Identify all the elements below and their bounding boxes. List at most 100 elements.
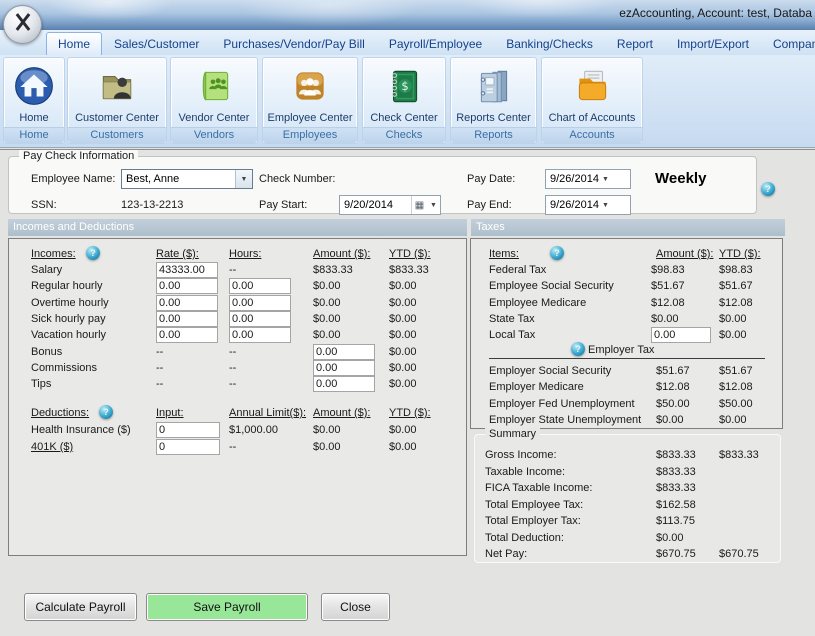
overtime-hourly-ytd: $0.00 xyxy=(389,297,417,309)
sick-hourly-pay-ytd: $0.00 xyxy=(389,313,417,325)
calculate-payroll-button[interactable]: Calculate Payroll xyxy=(24,593,137,621)
employee-name-value: Best, Anne xyxy=(126,173,179,185)
employees-group-caption: Employees xyxy=(263,127,357,143)
close-button[interactable]: Close xyxy=(321,593,390,621)
employer-social-security-ytd: $51.67 xyxy=(719,365,753,377)
deductions-help-icon[interactable]: ? xyxy=(99,405,113,419)
employee-name-label: Employee Name: xyxy=(31,173,115,185)
employee-center-button[interactable]: Employee Center xyxy=(263,58,357,127)
salary-hours-value: -- xyxy=(229,264,236,276)
401k-limit: -- xyxy=(229,441,236,453)
regular-hourly-label: Regular hourly xyxy=(31,280,103,292)
ssn-label: SSN: xyxy=(31,199,57,211)
401k-input[interactable] xyxy=(156,439,220,455)
pay-start-picker[interactable]: 9/20/2014 ▦ ▼ xyxy=(339,195,441,215)
paycheck-info-title: Pay Check Information xyxy=(19,150,138,162)
home-button[interactable]: Home xyxy=(4,58,64,127)
regular-hourly-rate-input[interactable] xyxy=(156,278,218,294)
reports-center-button[interactable]: Reports Center xyxy=(451,58,536,127)
tab-report[interactable]: Report xyxy=(605,32,665,55)
reports-center-group: Reports CenterReports xyxy=(450,57,537,144)
vendor-book-icon xyxy=(193,58,235,111)
regular-hourly-hours-input[interactable] xyxy=(229,278,291,294)
total-deduction-amount: $0.00 xyxy=(656,532,684,544)
sick-hourly-pay-hours-input[interactable] xyxy=(229,311,291,327)
gross-income-amount: $833.33 xyxy=(656,449,696,461)
pay-end-select[interactable]: 9/26/2014 ▼ xyxy=(545,195,631,215)
app-menu-button[interactable] xyxy=(3,5,42,44)
employee-name-select[interactable]: Best, Anne ▼ xyxy=(121,169,253,189)
ssn-value: 123-13-2213 xyxy=(121,199,183,211)
local-tax-label: Local Tax xyxy=(489,329,535,341)
incomes-help-icon[interactable]: ? xyxy=(86,246,100,260)
tips-amount-input[interactable] xyxy=(313,376,375,392)
salary-amount-value: $833.33 xyxy=(313,264,353,276)
incomes-panel: Incomes:Rate ($):Hours:Amount ($):YTD ($… xyxy=(8,238,467,556)
incomes-section-header: Incomes and Deductions xyxy=(8,219,467,236)
local-tax-ytd: $0.00 xyxy=(719,329,747,341)
401k-label[interactable]: 401K ($) xyxy=(31,441,73,453)
pay-date-select[interactable]: 9/26/2014 ▼ xyxy=(545,169,631,189)
accounts-group-caption: Accounts xyxy=(542,127,642,143)
tab-company[interactable]: Company xyxy=(761,32,815,55)
tips-ytd: $0.00 xyxy=(389,378,417,390)
pay-frequency-label: Weekly xyxy=(655,170,706,187)
health-insurance-label: Health Insurance ($) xyxy=(31,424,131,436)
tab-banking-checks[interactable]: Banking/Checks xyxy=(494,32,605,55)
tab-import-export[interactable]: Import/Export xyxy=(665,32,761,55)
main-content: Pay Check Information Employee Name: Bes… xyxy=(0,149,815,636)
sick-hourly-pay-label: Sick hourly pay xyxy=(31,313,106,325)
chart-of-accounts-group: Chart of AccountsAccounts xyxy=(541,57,643,144)
salary-rate-input[interactable] xyxy=(156,262,218,278)
vacation-hourly-ytd: $0.00 xyxy=(389,329,417,341)
reports-center-label: Reports Center xyxy=(454,111,533,127)
taxes-col-items: Items: xyxy=(489,248,519,260)
employee-center-label: Employee Center xyxy=(266,111,355,127)
pay-start-value: 9/20/2014 xyxy=(344,199,393,211)
sick-hourly-pay-rate-input[interactable] xyxy=(156,311,218,327)
vendor-center-button[interactable]: Vendor Center xyxy=(171,58,257,127)
total-employer-tax-label: Total Employer Tax: xyxy=(485,515,581,527)
vacation-hourly-rate-input[interactable] xyxy=(156,327,218,343)
chart-of-accounts-label: Chart of Accounts xyxy=(547,111,638,127)
vacation-hourly-hours-input[interactable] xyxy=(229,327,291,343)
check-center-button[interactable]: $Check Center xyxy=(363,58,445,127)
employer-fed-unemployment-amount: $50.00 xyxy=(656,398,690,410)
home-icon xyxy=(13,58,55,111)
calendar-icon: ▦ xyxy=(411,196,427,214)
chart-of-accounts-button[interactable]: Chart of Accounts xyxy=(542,58,642,127)
total-employee-tax-label: Total Employee Tax: xyxy=(485,499,583,511)
state-tax-ytd: $0.00 xyxy=(719,313,747,325)
taxes-col-ytd: YTD ($): xyxy=(719,248,761,260)
bonus-amount-input[interactable] xyxy=(313,344,375,360)
deductions-col-deductions: Deductions: xyxy=(31,407,89,419)
employee-social-security-ytd: $51.67 xyxy=(719,280,753,292)
app-window: ezAccounting, Account: test, Databa Home… xyxy=(0,0,815,636)
health-insurance-input[interactable] xyxy=(156,422,220,438)
customer-center-button[interactable]: Customer Center xyxy=(68,58,166,127)
tab-payroll-employee[interactable]: Payroll/Employee xyxy=(377,32,494,55)
taxes-section-header: Taxes xyxy=(471,219,785,236)
tab-purchases-vendor-pay-bill[interactable]: Purchases/Vendor/Pay Bill xyxy=(211,32,376,55)
summary-groupbox: Summary Gross Income:$833.33$833.33Taxab… xyxy=(474,434,781,563)
employer-tax-help-icon[interactable]: ? xyxy=(571,342,585,356)
employer-medicare-ytd: $12.08 xyxy=(719,381,753,393)
save-payroll-button[interactable]: Save Payroll xyxy=(146,593,308,621)
health-insurance-limit: $1,000.00 xyxy=(229,424,278,436)
local-tax-amount-input[interactable] xyxy=(651,327,711,343)
overtime-hourly-rate-input[interactable] xyxy=(156,295,218,311)
state-tax-label: State Tax xyxy=(489,313,535,325)
tab-home[interactable]: Home xyxy=(46,32,102,55)
paycheck-help-icon[interactable]: ? xyxy=(761,182,775,196)
check-book-icon: $ xyxy=(383,58,425,111)
home-group: HomeHome xyxy=(3,57,65,144)
taxes-help-icon[interactable]: ? xyxy=(550,246,564,260)
tab-sales-customer[interactable]: Sales/Customer xyxy=(102,32,211,55)
health-insurance-amount: $0.00 xyxy=(313,424,341,436)
chevron-down-icon: ▼ xyxy=(599,196,612,214)
bonus-hours-value: -- xyxy=(229,346,236,358)
employer-state-unemployment-label: Employer State Unemployment xyxy=(489,414,641,426)
check-center-group: $Check CenterChecks xyxy=(362,57,446,144)
overtime-hourly-hours-input[interactable] xyxy=(229,295,291,311)
commissions-amount-input[interactable] xyxy=(313,360,375,376)
